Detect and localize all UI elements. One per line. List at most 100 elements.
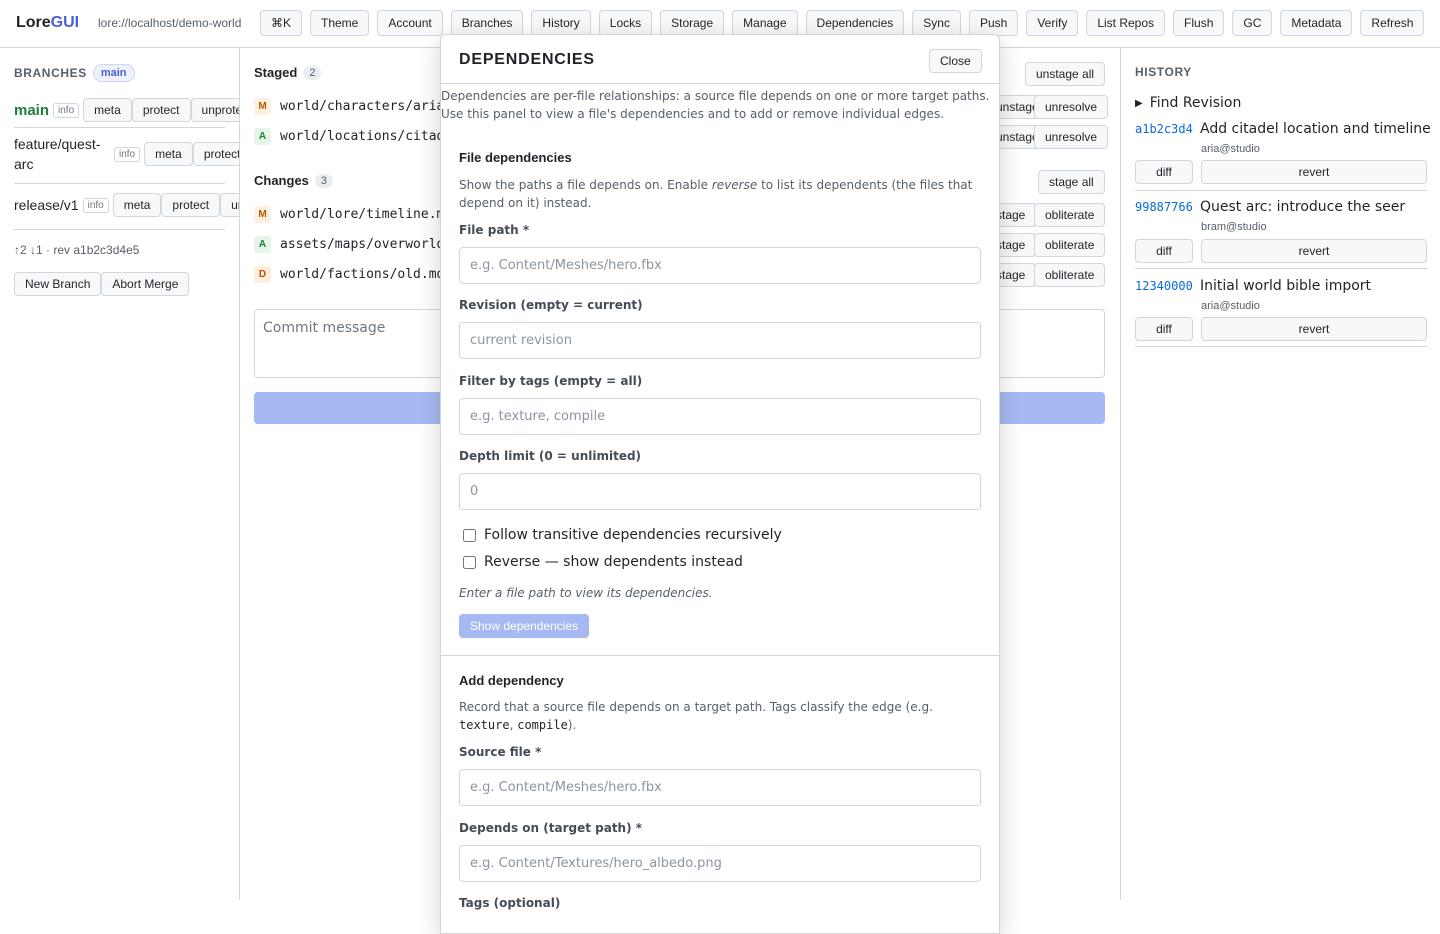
branch-row-feature[interactable]: feature/quest-arc info meta protect unpr… (14, 134, 239, 174)
staged-header: Staged 2 (254, 65, 322, 80)
branch-name[interactable]: release/v1 (14, 197, 79, 213)
desc-text: Show the paths a file depends on. Enable (459, 178, 712, 192)
recursive-label: Follow transitive dependencies recursive… (484, 527, 782, 543)
branch-info-tag[interactable]: info (53, 102, 80, 118)
obliterate-button[interactable]: obliterate (1034, 233, 1106, 257)
revision-hash[interactable]: 99887766 (1135, 200, 1193, 214)
nav-sync[interactable]: Sync (912, 10, 961, 36)
depth-limit-input[interactable] (459, 473, 981, 510)
recursive-checkbox[interactable] (463, 528, 476, 542)
depth-limit-label: Depth limit (0 = unlimited) (459, 449, 642, 463)
branch-divider (14, 183, 225, 184)
disclosure-triangle-icon: ▶ (1135, 97, 1143, 109)
file-path[interactable]: world/factions/old.md (280, 267, 444, 282)
source-file-input[interactable] (459, 769, 981, 806)
abort-merge-button[interactable]: Abort Merge (101, 272, 190, 296)
show-dependencies-button[interactable]: Show dependencies (459, 614, 590, 638)
unresolve-button[interactable]: unresolve (1034, 125, 1109, 149)
branch-divider (14, 229, 225, 230)
nav-branches[interactable]: Branches (450, 10, 524, 36)
recursive-option[interactable]: Follow transitive dependencies recursive… (463, 527, 782, 543)
revision-author: aria@studio (1201, 143, 1260, 155)
obliterate-button[interactable]: obliterate (1034, 263, 1106, 287)
modal-divider (441, 655, 999, 656)
command-palette-button[interactable]: ⌘K (260, 10, 302, 36)
tags-filter-input[interactable] (459, 398, 981, 435)
tags-optional-label: Tags (optional) (459, 896, 561, 910)
nav-locks[interactable]: Locks (598, 10, 653, 36)
source-file-label: Source file * (459, 745, 542, 759)
revert-button[interactable]: revert (1201, 239, 1427, 263)
branch-unprotect-button[interactable]: unprotect (190, 98, 239, 122)
branch-meta-button[interactable]: meta (83, 98, 132, 122)
status-badge: A (254, 128, 271, 145)
file-path[interactable]: world/lore/timeline.md (280, 207, 452, 222)
branch-unprotect-button[interactable]: unprotect (220, 193, 239, 217)
diff-button[interactable]: diff (1135, 239, 1193, 263)
staged-title: Staged (254, 65, 298, 80)
history-divider (1135, 190, 1427, 191)
tags-filter-label: Filter by tags (empty = all) (459, 374, 643, 388)
nav-account[interactable]: Account (377, 10, 443, 36)
unresolve-button[interactable]: unresolve (1034, 95, 1109, 119)
changed-file-row[interactable]: M world/lore/timeline.md (254, 206, 452, 223)
file-path-label: File path * (459, 223, 530, 237)
branch-row-release[interactable]: release/v1 info meta protect unprotect (14, 193, 239, 217)
file-path-input[interactable] (459, 247, 981, 284)
file-dependencies-title: File dependencies (459, 150, 572, 165)
revision-hash[interactable]: a1b2c3d4 (1135, 122, 1193, 136)
target-path-input[interactable] (459, 845, 981, 882)
diff-button[interactable]: diff (1135, 160, 1193, 184)
revert-button[interactable]: revert (1201, 160, 1427, 184)
branch-protect-button[interactable]: protect (131, 98, 191, 122)
find-revision-label[interactable]: Find Revision (1150, 95, 1242, 111)
add-dependency-title: Add dependency (459, 673, 564, 688)
status-badge: A (254, 236, 271, 253)
reverse-checkbox[interactable] (463, 555, 476, 569)
nav-list-repos[interactable]: List Repos (1086, 10, 1166, 36)
desc-emphasis: reverse (711, 178, 758, 192)
revert-button[interactable]: revert (1201, 317, 1427, 341)
revision-hash[interactable]: 12340000 (1135, 279, 1193, 293)
nav-verify[interactable]: Verify (1026, 10, 1079, 36)
nav-gc[interactable]: GC (1232, 10, 1273, 36)
find-revision-toggle[interactable]: ▶ Find Revision (1135, 95, 1241, 111)
current-branch-badge: main (92, 64, 135, 82)
nav-theme[interactable]: Theme (310, 10, 370, 36)
stage-all-button[interactable]: stage all (1038, 170, 1105, 194)
branch-actions: New Branch Abort Merge (14, 272, 190, 296)
desc-text: Record that a source file depends on a t… (459, 700, 933, 714)
nav-metadata[interactable]: Metadata (1280, 10, 1353, 36)
nav-dependencies[interactable]: Dependencies (805, 10, 905, 36)
branch-row-main[interactable]: main info meta protect unprotect (14, 98, 239, 122)
reverse-option[interactable]: Reverse — show dependents instead (463, 554, 743, 570)
revision-author: aria@studio (1201, 300, 1260, 312)
nav-storage[interactable]: Storage (660, 10, 725, 36)
branches-panel: BRANCHES main main info meta protect unp… (0, 48, 240, 900)
branch-protect-button[interactable]: protect (192, 142, 239, 166)
nav-push[interactable]: Push (968, 10, 1019, 36)
nav-flush[interactable]: Flush (1173, 10, 1225, 36)
new-branch-button[interactable]: New Branch (14, 272, 102, 296)
branch-info-tag[interactable]: info (114, 146, 141, 162)
nav-manage[interactable]: Manage (732, 10, 798, 36)
repo-url: lore://localhost/demo-world (98, 16, 242, 30)
branch-meta-button[interactable]: meta (112, 193, 162, 217)
desc-text: ). (567, 718, 577, 732)
branch-meta-button[interactable]: meta (144, 142, 193, 166)
revision-input[interactable] (459, 322, 981, 359)
diff-button[interactable]: diff (1135, 317, 1193, 341)
staged-file-row[interactable]: M world/characters/aria.md (254, 98, 468, 115)
branch-info-tag[interactable]: info (82, 197, 109, 213)
nav-history[interactable]: History (531, 10, 591, 36)
logo-accent: GUI (50, 14, 80, 31)
changed-file-row[interactable]: D world/factions/old.md (254, 266, 444, 283)
nav-refresh[interactable]: Refresh (1360, 10, 1425, 36)
obliterate-button[interactable]: obliterate (1034, 203, 1106, 227)
branch-name[interactable]: main (14, 102, 49, 119)
unstage-all-button[interactable]: unstage all (1025, 62, 1106, 86)
branch-protect-button[interactable]: protect (161, 193, 221, 217)
close-button[interactable]: Close (929, 49, 982, 73)
history-panel: HISTORY ▶ Find Revision a1b2c3d4 Add cit… (1120, 48, 1440, 900)
branch-name[interactable]: feature/quest-arc (14, 134, 110, 174)
